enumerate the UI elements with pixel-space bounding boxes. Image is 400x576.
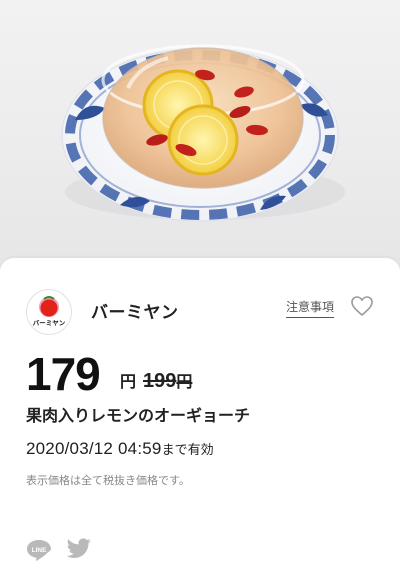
coupon-card: バーミヤン バーミヤン 注意事項 179 円 199円 果肉入りレモンのオーギョ… — [0, 258, 400, 576]
favorite-heart-icon[interactable] — [350, 295, 374, 317]
tax-note: 表示価格は全て税抜き価格です。 — [26, 474, 190, 487]
discount-price-unit: 円 — [120, 372, 137, 391]
line-share-icon[interactable]: LINE — [26, 539, 52, 561]
logo-text: バーミヤン — [33, 319, 66, 327]
original-price-value: 199 — [143, 370, 177, 392]
shop-name[interactable]: バーミヤン — [91, 298, 179, 323]
discount-price: 179 — [26, 348, 101, 400]
twitter-share-icon[interactable] — [66, 538, 92, 560]
expiry: 2020/03/12 04:59まで有効 — [26, 438, 214, 462]
expiry-suffix: まで有効 — [161, 443, 214, 458]
expiry-datetime: 2020/03/12 04:59 — [26, 439, 162, 458]
product-photo — [0, 0, 400, 270]
original-price-unit: 円 — [176, 372, 193, 391]
product-name: 果肉入りレモンのオーギョーチ — [26, 406, 251, 425]
notes-link[interactable]: 注意事項 — [286, 299, 335, 318]
line-label: LINE — [32, 547, 47, 554]
shop-logo: バーミヤン — [26, 289, 72, 335]
dessert-illustration — [61, 44, 345, 222]
original-price: 199円 — [143, 370, 192, 393]
bamiyan-logo-icon: バーミヤン — [33, 296, 66, 327]
price-row: 179 円 199円 — [26, 346, 366, 402]
